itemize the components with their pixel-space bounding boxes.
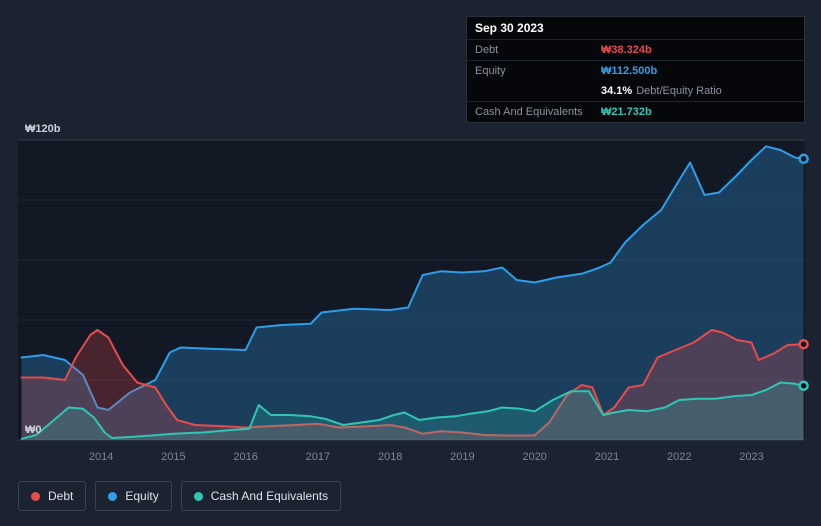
x-tick-label-2018: 2018	[378, 451, 402, 463]
legend-debt-label: Debt	[48, 489, 74, 503]
tooltip-date: Sep 30 2023	[475, 21, 544, 35]
equity-dot-icon	[108, 491, 118, 501]
tooltip-row-debt: Debt ₩38.324b	[467, 39, 804, 60]
x-tick-label-2019: 2019	[450, 451, 474, 463]
legend-item-cash[interactable]: Cash And Equivalents	[180, 481, 342, 511]
tooltip-cash-label: Cash And Equivalents	[475, 106, 583, 118]
x-tick-label-2020: 2020	[522, 451, 546, 463]
x-tick-label-2017: 2017	[306, 451, 330, 463]
tooltip-debt-value: ₩38.324b	[601, 44, 652, 56]
y-axis-label-max: ₩120b	[25, 123, 61, 135]
chart-tooltip: Sep 30 2023 Debt ₩38.324b Equity ₩112.50…	[466, 16, 805, 123]
legend-equity-label: Equity	[125, 489, 159, 503]
tooltip-cash-value: ₩21.732b	[601, 106, 652, 118]
x-tick-label-2014: 2014	[89, 451, 113, 463]
x-tick-label-2023: 2023	[739, 451, 763, 463]
chart-svg[interactable]: 2014 2015 2016 2017 2018 2019 2020 2021 2022 2023	[18, 139, 809, 470]
legend-cash-label: Cash And Equivalents	[210, 489, 329, 503]
x-tick-label-2022: 2022	[667, 451, 691, 463]
x-tick-label-2021: 2021	[595, 451, 619, 463]
tooltip-row-ratio: 34.1% Debt/Equity Ratio	[467, 81, 804, 101]
financial-chart-page: ₩120b ₩0 2014 2015 2016 2017 2018 2019 2020 202…	[0, 0, 821, 526]
legend-item-debt[interactable]: Debt	[18, 481, 87, 511]
tooltip-ratio-value: 34.1%	[601, 85, 633, 97]
tooltip-ratio-label: Debt/Equity Ratio	[636, 85, 722, 97]
x-tick-label-2016: 2016	[233, 451, 257, 463]
tooltip-equity-value: ₩112.500b	[601, 65, 658, 77]
tooltip-row-cash: Cash And Equivalents ₩21.732b	[467, 101, 804, 122]
tooltip-row-equity: Equity ₩112.500b	[467, 60, 804, 81]
debt-dot-icon	[31, 491, 40, 501]
x-tick-label-2015: 2015	[161, 451, 185, 463]
endpoint-dot-equity	[798, 153, 809, 165]
chart-legend: Debt Equity Cash And Equivalents	[18, 481, 342, 511]
tooltip-debt-label: Debt	[475, 44, 499, 56]
tooltip-equity-label: Equity	[475, 65, 506, 77]
endpoint-dot-cash-and-equivalents	[798, 380, 809, 391]
endpoint-dot-debt	[798, 338, 809, 350]
legend-item-equity[interactable]: Equity	[95, 481, 172, 511]
cash-dot-icon	[193, 491, 203, 501]
y-axis-label-min: ₩0	[25, 424, 42, 436]
